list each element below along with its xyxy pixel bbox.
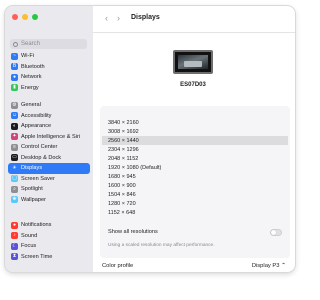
- sidebar-item-appearance[interactable]: ◐ Appearance: [8, 121, 90, 132]
- forward-button[interactable]: ›: [117, 13, 120, 23]
- show-all-resolutions-label: Show all resolutions: [108, 229, 158, 235]
- sidebar-item-label: Accessibility: [21, 112, 52, 119]
- sidebar-item-sound[interactable]: ♪ Sound: [8, 231, 90, 242]
- resolution-panel: 3840 × 2160 3008 × 1692 2560 × 1440 2304 × …: [100, 106, 290, 258]
- network-icon: ●: [11, 73, 18, 81]
- sidebar-item-screen-saver[interactable]: ▢ Screen Saver: [8, 174, 90, 185]
- color-profile-row: Color profile Display P3 ⌃: [93, 260, 295, 272]
- main-content: ‹ › Displays ES07D03 3840 × 2160 3008 × 1…: [93, 6, 295, 272]
- resolution-list: 3840 × 2160 3008 × 1692 2560 × 1440 2304 × …: [102, 118, 288, 218]
- sidebar-item-label: Sound: [21, 232, 38, 239]
- sidebar-item-notifications[interactable]: ● Notifications: [8, 220, 90, 231]
- display-wallpaper-preview: [178, 55, 208, 69]
- bluetooth-icon: B: [11, 63, 18, 71]
- wifi-icon: ~: [11, 52, 18, 60]
- sidebar-item-label: General: [21, 102, 41, 109]
- display-thumbnail[interactable]: [173, 50, 213, 74]
- sidebar-item-general[interactable]: ⚙ General: [8, 100, 90, 111]
- color-profile-label: Color profile: [102, 263, 134, 269]
- show-all-resolutions-toggle[interactable]: [270, 229, 282, 236]
- displays-icon: ☀: [12, 164, 17, 171]
- sidebar-item-label: Apple Intelligence & Siri: [21, 133, 81, 140]
- sidebar-item-label: Wi-Fi: [21, 53, 35, 60]
- sidebar-group-network: ~ Wi-Fi B Bluetooth ● Network ▮ Energy: [8, 51, 90, 93]
- sidebar-item-label: Focus: [21, 243, 37, 250]
- window-controls: [12, 14, 38, 20]
- resolution-option[interactable]: 1680 × 945: [102, 173, 288, 182]
- display-name: ES07D03: [180, 82, 206, 88]
- sidebar-item-label: Network: [21, 74, 42, 81]
- color-profile-select[interactable]: Display P3 ⌃: [252, 263, 286, 269]
- resolution-option[interactable]: 1280 × 720: [102, 200, 288, 209]
- sidebar-item-label: Displays: [21, 165, 43, 172]
- sidebar-group-system: ⚙ General ☺ Accessibility ◐ Appearance ✦ Apple …: [8, 100, 90, 205]
- sidebar-item-label: Energy: [21, 84, 39, 91]
- sidebar-item-desktop-dock[interactable]: ▭ Desktop & Dock: [8, 153, 90, 164]
- sidebar-item-wallpaper[interactable]: ❀ Wallpaper: [8, 195, 90, 206]
- sidebar-item-label: Appearance: [21, 123, 52, 130]
- accessibility-icon: ☺: [11, 112, 18, 120]
- sidebar-item-spotlight[interactable]: ⌕ Spotlight: [8, 184, 90, 195]
- minimize-window-button[interactable]: [22, 14, 28, 20]
- sidebar-item-label: Notifications: [21, 222, 52, 229]
- focus-icon: ☾: [11, 242, 18, 250]
- sidebar-item-focus[interactable]: ☾ Focus: [8, 241, 90, 252]
- resolution-option[interactable]: 1920 × 1080 (Default): [102, 163, 288, 172]
- toolbar: ‹ › Displays: [93, 6, 295, 33]
- resolution-option[interactable]: 2304 × 1296: [102, 145, 288, 154]
- siri-icon: ✦: [11, 133, 18, 141]
- spotlight-icon: ⌕: [11, 185, 18, 193]
- desktop-dock-icon: ▭: [11, 154, 18, 162]
- gear-icon: ⚙: [11, 101, 18, 109]
- sidebar-item-apple-intelligence-siri[interactable]: ✦ Apple Intelligence & Siri: [8, 132, 90, 143]
- sidebar-item-network[interactable]: ● Network: [8, 72, 90, 83]
- search-placeholder: Search: [21, 41, 41, 47]
- resolution-option[interactable]: 3008 × 1692: [102, 127, 288, 136]
- sidebar-item-label: Control Center: [21, 144, 58, 151]
- sidebar-item-label: Wallpaper: [21, 196, 46, 203]
- notifications-icon: ●: [11, 221, 18, 229]
- page-title: Displays: [131, 14, 160, 21]
- sidebar-item-screen-time[interactable]: ⧗ Screen Time: [8, 252, 90, 263]
- scaled-resolution-hint: Using a scaled resolution may affect per…: [108, 243, 215, 248]
- control-center-icon: ≡: [11, 143, 18, 151]
- back-button[interactable]: ‹: [105, 13, 108, 23]
- zoom-window-button[interactable]: [32, 14, 38, 20]
- resolution-option[interactable]: 1504 × 846: [102, 191, 288, 200]
- close-window-button[interactable]: [12, 14, 18, 20]
- screen-time-icon: ⧗: [11, 253, 18, 261]
- appearance-icon: ◐: [11, 122, 18, 130]
- sidebar-item-energy[interactable]: ▮ Energy: [8, 83, 90, 94]
- sidebar-item-label: Bluetooth: [21, 63, 45, 70]
- battery-icon: ▮: [11, 84, 18, 92]
- sidebar-item-control-center[interactable]: ≡ Control Center: [8, 142, 90, 153]
- resolution-option[interactable]: 2048 × 1152: [102, 154, 288, 163]
- sidebar-item-label: Screen Saver: [21, 175, 55, 182]
- sidebar-group-notifications: ● Notifications ♪ Sound ☾ Focus ⧗ Screen Time: [8, 220, 90, 262]
- sidebar-item-displays[interactable]: ☀ Displays: [8, 163, 90, 174]
- settings-window: Search ~ Wi-Fi B Bluetooth ● Network ▮ Energy ⚙…: [5, 6, 295, 272]
- sidebar-item-label: Desktop & Dock: [21, 154, 62, 161]
- wallpaper-icon: ❀: [11, 196, 18, 204]
- sidebar-item-accessibility[interactable]: ☺ Accessibility: [8, 111, 90, 122]
- search-icon: [13, 41, 18, 47]
- screen-saver-icon: ▢: [11, 175, 18, 183]
- sidebar-item-label: Screen Time: [21, 253, 53, 260]
- resolution-option[interactable]: 3840 × 2160: [102, 118, 288, 127]
- resolution-option[interactable]: 1152 × 648: [102, 209, 288, 218]
- sidebar: Search ~ Wi-Fi B Bluetooth ● Network ▮ Energy ⚙…: [5, 6, 94, 272]
- sidebar-item-label: Spotlight: [21, 186, 43, 193]
- search-input[interactable]: Search: [10, 39, 87, 49]
- sound-icon: ♪: [11, 232, 18, 240]
- resolution-option[interactable]: 1600 × 900: [102, 182, 288, 191]
- sidebar-item-bluetooth[interactable]: B Bluetooth: [8, 62, 90, 73]
- resolution-option[interactable]: 2560 × 1440: [102, 136, 288, 146]
- sidebar-item-wi-fi[interactable]: ~ Wi-Fi: [8, 51, 90, 62]
